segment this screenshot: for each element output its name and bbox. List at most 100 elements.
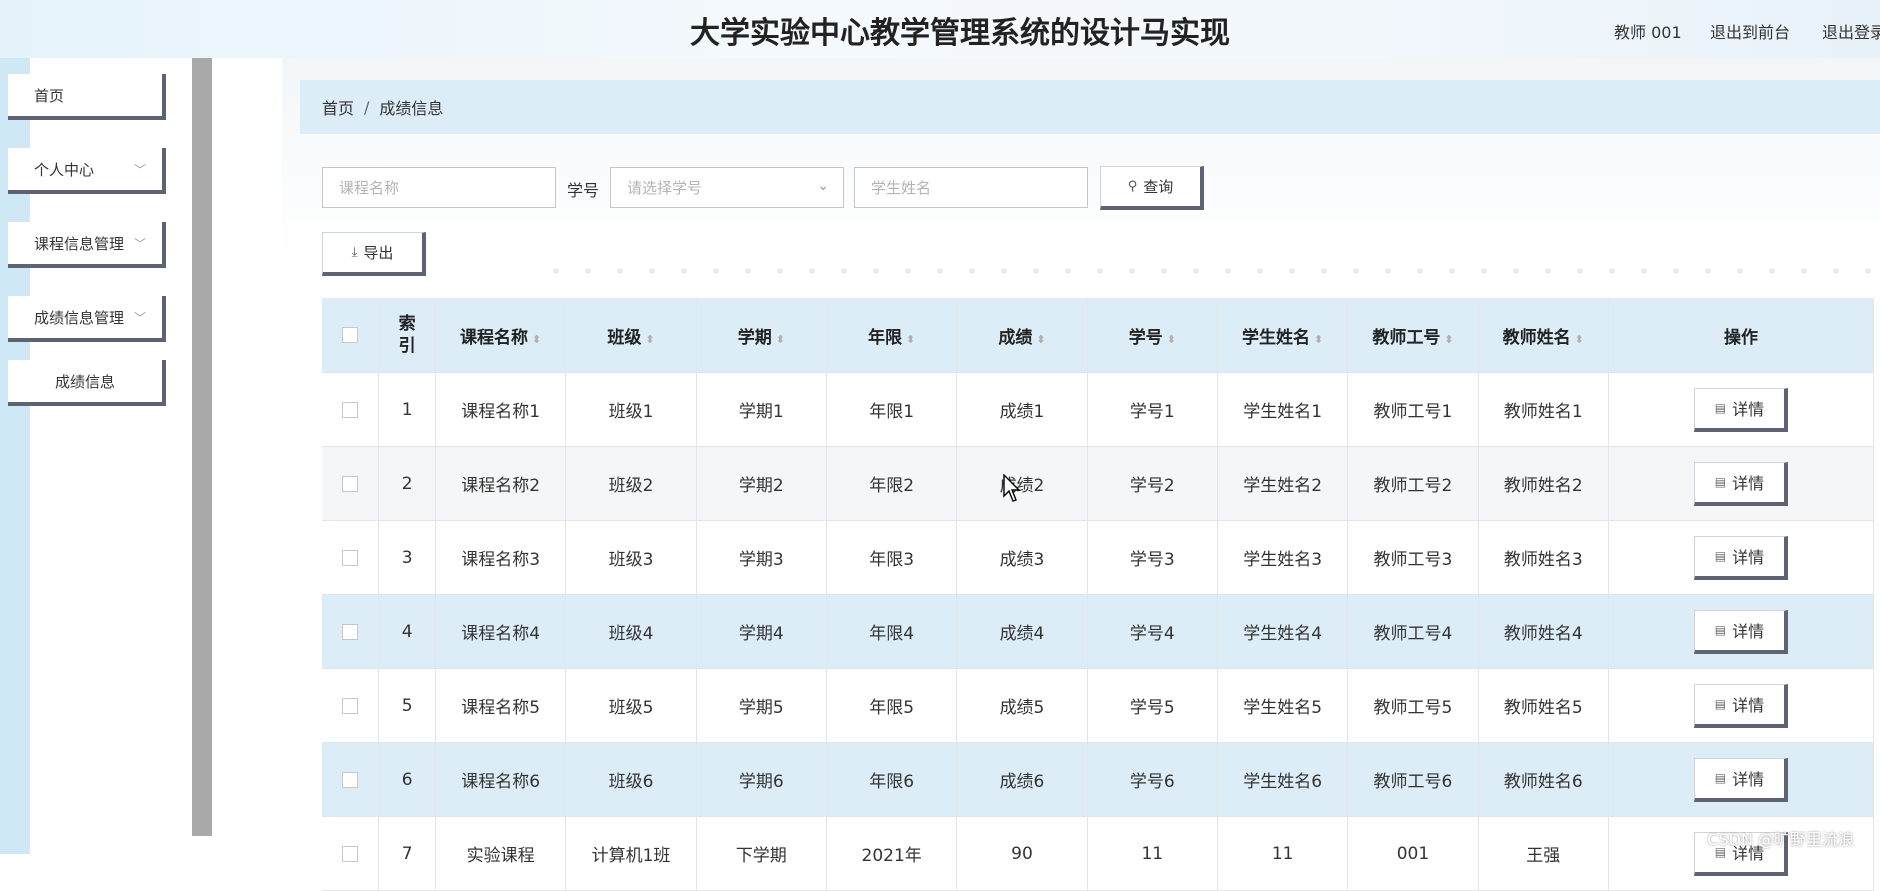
table-cell: 班级1 <box>565 372 697 447</box>
sort-icon[interactable]: ⬍ <box>776 333 785 346</box>
sidebar-item-home[interactable]: 首页 <box>8 74 166 120</box>
table-cell: 教师姓名3 <box>1478 520 1609 595</box>
table-row: 3 课程名称3 班级3 学期3 年限3 成绩3 学号3 学生姓名3 教师工号3 教师姓名3 ▤ 详情 <box>322 520 1875 595</box>
document-icon: ▤ <box>1714 475 1727 489</box>
table-cell: 教师姓名4 <box>1478 594 1609 669</box>
row-checkbox[interactable] <box>342 549 359 566</box>
top-header: 大学实验中心教学管理系统的设计马实现 教师 001 退出到前台 退出登录 <box>0 0 1880 58</box>
table-row: 1 课程名称1 班级1 学期1 年限1 成绩1 学号1 学生姓名1 教师工号1 教师姓名1 ▤ 详情 <box>322 372 1875 447</box>
query-button[interactable]: ⚲ 查询 <box>1100 166 1204 210</box>
column-header-actions: 操作 <box>1608 298 1875 373</box>
detail-button[interactable]: ▤ 详情 <box>1693 609 1788 654</box>
detail-button[interactable]: ▤ 详情 <box>1693 461 1788 506</box>
table-cell: 学号1 <box>1087 372 1218 447</box>
breadcrumb-home[interactable]: 首页 <box>322 95 354 119</box>
table-cell: 课程名称1 <box>435 372 567 447</box>
detail-button[interactable]: ▤ 详情 <box>1693 757 1788 802</box>
detail-button-label: 详情 <box>1732 622 1765 641</box>
column-header-label: 班级 <box>607 327 642 348</box>
table-cell: 学生姓名2 <box>1217 446 1349 521</box>
column-header-label: 学号 <box>1128 327 1163 348</box>
detail-button-label: 详情 <box>1732 474 1765 493</box>
column-header-teacher-id[interactable]: 教师工号 ⬍ <box>1347 298 1479 373</box>
row-checkbox[interactable] <box>342 401 359 418</box>
breadcrumb-separator: / <box>364 97 370 117</box>
sort-icon[interactable]: ⬍ <box>1167 333 1176 346</box>
column-header-label: 年限 <box>868 327 903 348</box>
table-cell: 教师工号1 <box>1347 372 1479 447</box>
student-id-select[interactable]: 请选择学号 ⌄ <box>610 167 844 208</box>
row-select-cell <box>322 668 380 743</box>
mouse-cursor-icon <box>1003 474 1021 502</box>
column-header-student-name[interactable]: 学生姓名 ⬍ <box>1217 298 1349 373</box>
table-row: 5 课程名称5 班级5 学期5 年限5 成绩5 学号5 学生姓名5 教师工号5 教师姓名5 ▤ 详情 <box>322 668 1875 743</box>
table-cell: 成绩5 <box>956 668 1088 743</box>
chevron-down-icon: ﹀ <box>133 163 146 177</box>
sidebar-item-label: 课程信息管理 <box>34 234 125 253</box>
export-button[interactable]: ⤓ 导出 <box>322 232 426 276</box>
select-all-checkbox[interactable] <box>342 327 359 343</box>
breadcrumb: 首页 / 成绩信息 <box>300 80 1880 134</box>
sidebar-item-label: 首页 <box>34 86 65 105</box>
table-cell: 年限4 <box>826 594 958 669</box>
sidebar-scrollbar[interactable] <box>192 58 212 836</box>
table-cell: 教师姓名5 <box>1478 668 1609 743</box>
table-cell: 学期4 <box>696 594 827 669</box>
logout-link[interactable]: 退出登录 <box>1822 19 1880 43</box>
table-cell: 教师姓名2 <box>1478 446 1609 521</box>
sort-icon[interactable]: ⬍ <box>532 333 541 346</box>
sort-icon[interactable]: ⬍ <box>906 333 915 346</box>
row-checkbox[interactable] <box>342 475 359 492</box>
detail-button[interactable]: ▤ 详情 <box>1693 683 1788 728</box>
table-cell: 学号5 <box>1087 668 1218 743</box>
back-to-front-link[interactable]: 退出到前台 <box>1710 19 1790 43</box>
column-header-class[interactable]: 班级 ⬍ <box>565 298 697 373</box>
search-icon: ⚲ <box>1127 179 1138 194</box>
table-cell: 教师姓名6 <box>1478 742 1609 817</box>
column-header-score[interactable]: 成绩 ⬍ <box>956 298 1088 373</box>
sort-icon[interactable]: ⬍ <box>1575 333 1584 346</box>
export-button-label: 导出 <box>363 244 394 262</box>
course-name-placeholder: 课程名称 <box>339 179 400 197</box>
column-header-course-name[interactable]: 课程名称 ⬍ <box>435 298 567 373</box>
column-header-student-id[interactable]: 学号 ⬍ <box>1087 298 1218 373</box>
table-cell: 课程名称3 <box>435 520 567 595</box>
column-header-label: 成绩 <box>998 327 1033 348</box>
grades-table: 索引 课程名称 ⬍ 班级 ⬍ 学期 ⬍ 年限 ⬍ 成绩 ⬍ 学号 ⬍ 学生姓名 ⬍ 教师工号 ⬍… <box>322 298 1875 891</box>
column-header-year[interactable]: 年限 ⬍ <box>826 298 958 373</box>
row-select-cell <box>322 446 380 521</box>
sort-icon[interactable]: ⬍ <box>1444 333 1453 346</box>
table-cell: 课程名称6 <box>435 742 567 817</box>
row-checkbox[interactable] <box>342 623 359 640</box>
detail-button-label: 详情 <box>1732 696 1765 715</box>
table-cell: 年限1 <box>826 372 958 447</box>
row-select-cell <box>322 594 380 669</box>
document-icon: ▤ <box>1714 697 1727 711</box>
student-name-input[interactable]: 学生姓名 <box>854 167 1088 208</box>
row-select-cell <box>322 742 380 817</box>
sort-icon[interactable]: ⬍ <box>1036 333 1045 346</box>
student-id-placeholder: 请选择学号 <box>627 179 703 197</box>
column-header-semester[interactable]: 学期 ⬍ <box>696 298 827 373</box>
row-checkbox[interactable] <box>342 771 359 788</box>
detail-button[interactable]: ▤ 详情 <box>1693 387 1788 432</box>
sidebar-subitem-grade-info[interactable]: 成绩信息 <box>8 360 166 406</box>
course-name-input[interactable]: 课程名称 <box>322 167 556 208</box>
sidebar-item-personal-center[interactable]: 个人中心 ﹀ <box>8 148 166 194</box>
document-icon: ▤ <box>1714 623 1727 637</box>
detail-button[interactable]: ▤ 详情 <box>1693 535 1788 580</box>
sidebar-item-grade-management[interactable]: 成绩信息管理 ﹀ <box>8 296 166 342</box>
detail-button-label: 详情 <box>1732 770 1765 789</box>
column-header-teacher-name[interactable]: 教师姓名 ⬍ <box>1478 298 1609 373</box>
table-cell: 6 <box>378 742 436 817</box>
table-cell: 教师工号3 <box>1347 520 1479 595</box>
sidebar-item-course-management[interactable]: 课程信息管理 ﹀ <box>8 222 166 268</box>
sort-icon[interactable]: ⬍ <box>645 333 654 346</box>
sort-icon[interactable]: ⬍ <box>1314 333 1323 346</box>
row-actions-cell: ▤ 详情 <box>1608 742 1875 817</box>
row-select-cell <box>322 520 380 595</box>
row-checkbox[interactable] <box>342 697 359 714</box>
table-cell: 学号4 <box>1087 594 1218 669</box>
row-actions-cell: ▤ 详情 <box>1608 446 1875 521</box>
table-cell: 教师姓名1 <box>1478 372 1609 447</box>
